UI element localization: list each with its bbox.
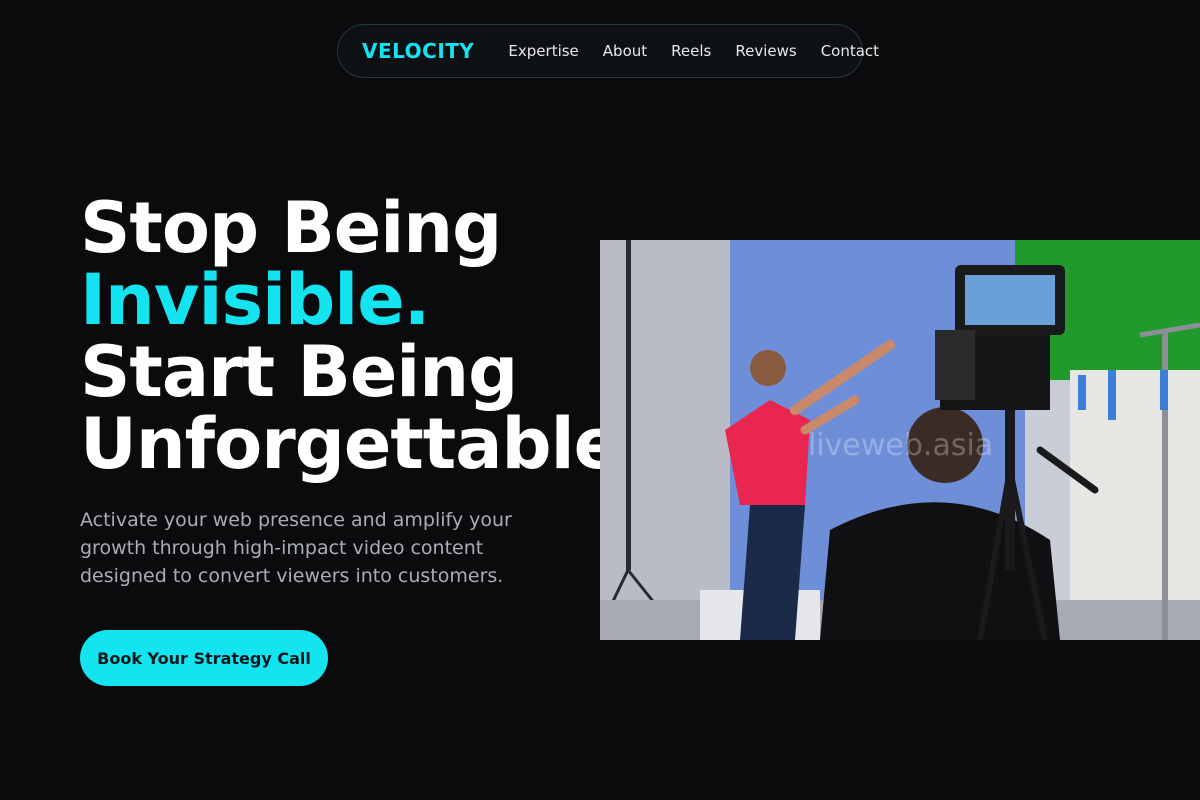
hero-headline: Stop Being Invisible. Start Being Unforg… <box>80 187 647 485</box>
nav-link-reviews[interactable]: Reviews <box>735 42 796 60</box>
nav-links: Expertise About Reels Reviews Contact <box>508 42 879 60</box>
book-strategy-call-button[interactable]: Book Your Strategy Call <box>80 630 328 686</box>
page: VELOCITY Expertise About Reels Reviews C… <box>0 0 1200 800</box>
hero-subtext: Activate your web presence and amplify y… <box>80 509 512 587</box>
headline-line-4: Unforgettable. <box>80 403 647 485</box>
nav-link-contact[interactable]: Contact <box>821 42 879 60</box>
nav-link-expertise[interactable]: Expertise <box>508 42 578 60</box>
nav-link-about[interactable]: About <box>603 42 647 60</box>
studio-illustration <box>600 240 1200 640</box>
hero-image-film-studio <box>600 240 1200 640</box>
top-navigation: VELOCITY Expertise About Reels Reviews C… <box>337 24 879 78</box>
headline-line-3: Start Being <box>80 331 518 413</box>
nav-link-reels[interactable]: Reels <box>671 42 711 60</box>
headline-line-1: Stop Being <box>80 187 502 269</box>
headline-line-2: Invisible. <box>80 259 430 341</box>
brand-logo[interactable]: VELOCITY <box>362 39 474 63</box>
